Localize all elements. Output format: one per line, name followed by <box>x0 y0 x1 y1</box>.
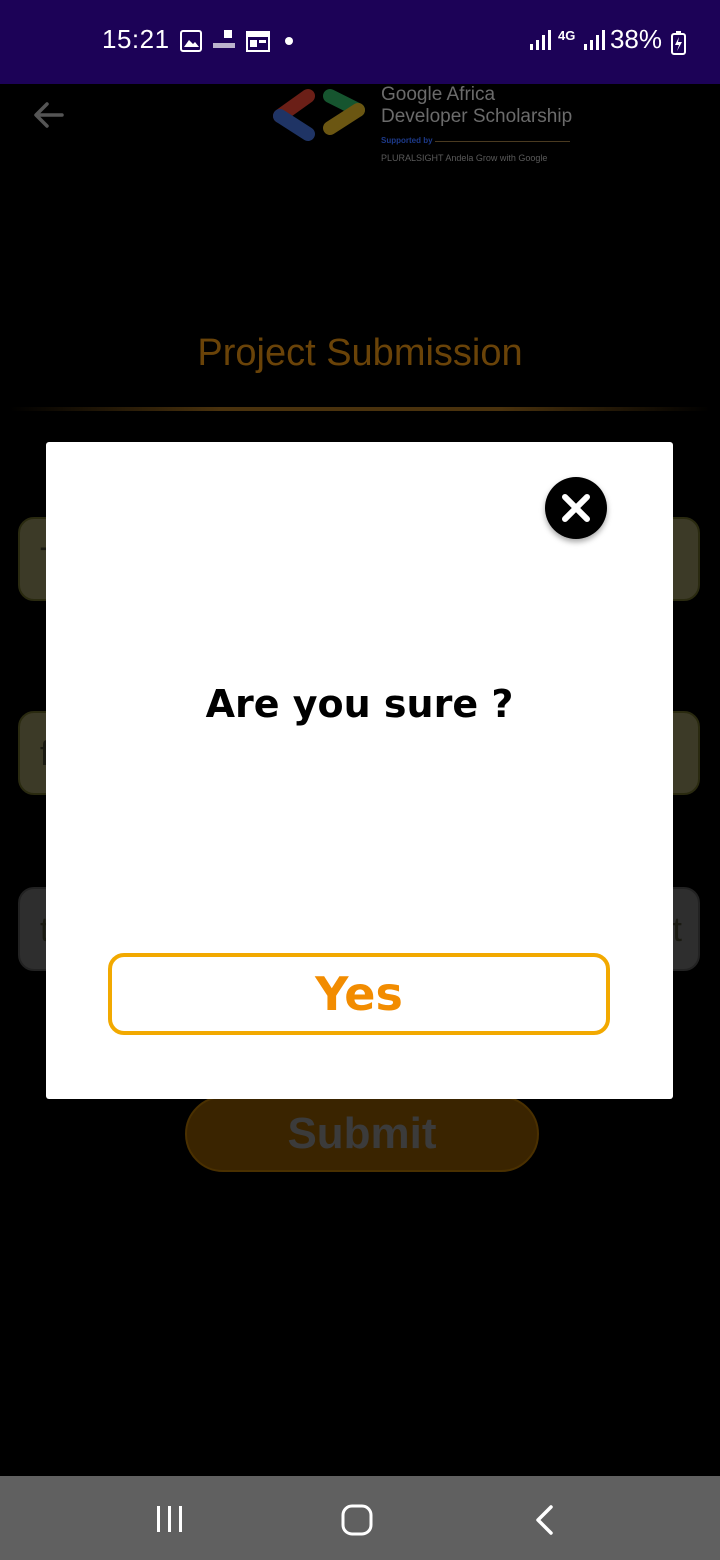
dialog-message: Are you sure ? <box>205 682 514 726</box>
field-text-tail: t <box>672 911 682 949</box>
system-nav-bar <box>0 1476 720 1560</box>
recent-apps-icon[interactable] <box>154 1504 186 1534</box>
signal-icon <box>584 30 605 50</box>
confirm-dialog: Are you sure ? Yes <box>46 442 673 1099</box>
yes-button[interactable]: Yes <box>108 953 610 1035</box>
logo-supported-by: Supported by <box>381 136 433 145</box>
battery-charging-icon <box>671 31 686 55</box>
gtbank-icon <box>213 30 235 48</box>
title-divider <box>10 407 710 411</box>
submit-button[interactable]: Submit <box>185 1096 539 1172</box>
signal-icon <box>530 30 551 50</box>
image-icon <box>180 30 202 52</box>
code-brackets-logo-icon <box>273 89 365 141</box>
logo-title-line2: Developer Scholarship <box>381 106 573 127</box>
calendar-icon <box>246 31 270 52</box>
logo-divider <box>435 141 570 142</box>
close-icon <box>562 494 590 522</box>
logo-partners: PLURALSIGHT Andela Grow with Google <box>381 153 548 163</box>
battery-percent: 38% <box>609 24 662 54</box>
close-button[interactable] <box>545 477 607 539</box>
page-title: Project Submission <box>197 332 523 374</box>
dot-icon <box>285 37 293 45</box>
status-bar: 15:21 4G 38% <box>0 0 720 84</box>
gads-logo: Google Africa Developer Scholarship Supp… <box>270 84 580 174</box>
back-icon[interactable] <box>530 1504 560 1536</box>
logo-title-line1: Google Africa <box>381 84 496 105</box>
status-time: 15:21 <box>102 24 170 54</box>
home-icon[interactable] <box>340 1504 374 1536</box>
network-type: 4G <box>558 28 576 43</box>
arrow-left-icon[interactable] <box>32 98 66 132</box>
